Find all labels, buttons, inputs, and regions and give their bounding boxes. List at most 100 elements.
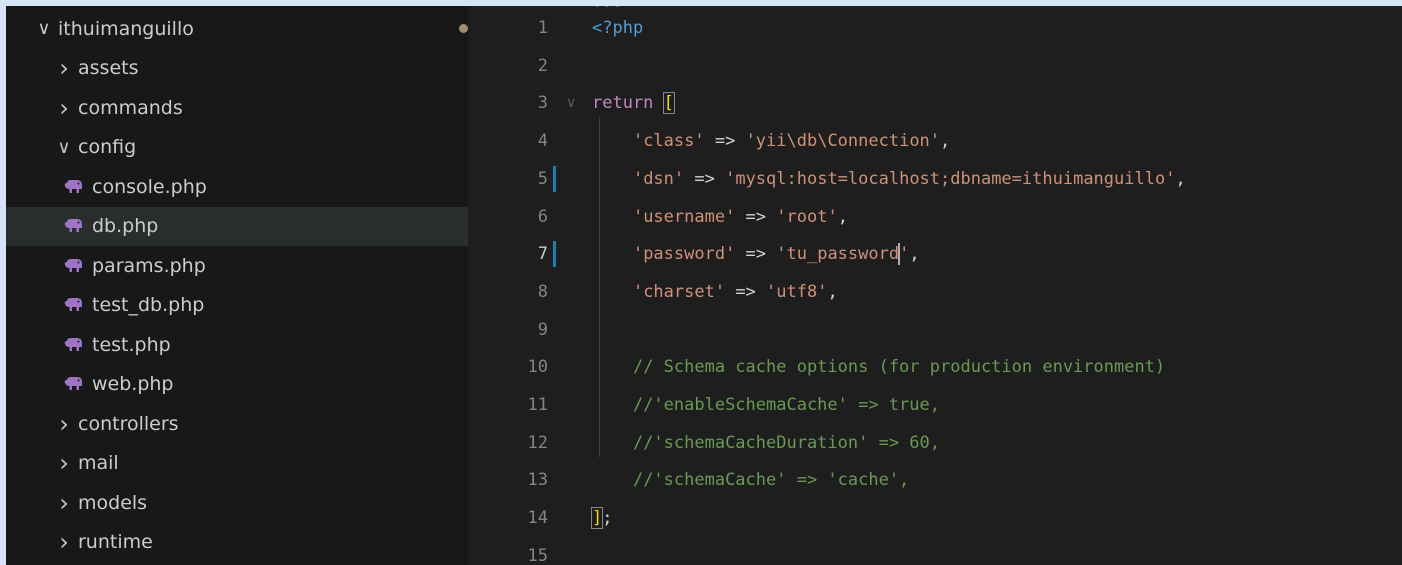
code-line[interactable]: 5 'dsn' => 'mysql:host=localhost;dbname=… bbox=[468, 161, 1402, 198]
line-number: 9 bbox=[537, 319, 548, 340]
explorer-item-label: mail bbox=[78, 452, 119, 474]
code-token: //'schemaCache' => 'cache', bbox=[632, 470, 910, 491]
explorer-item-label: models bbox=[78, 491, 148, 514]
code-text: 'username' => 'root', bbox=[592, 199, 848, 236]
chevron-down-icon[interactable]: ∨ bbox=[54, 137, 74, 158]
code-token: => bbox=[735, 206, 777, 227]
code-token: 'class' bbox=[632, 131, 705, 152]
line-number: 3 bbox=[537, 93, 548, 114]
code-token: => bbox=[735, 244, 777, 265]
code-line[interactable]: 10 // Schema cache options (for producti… bbox=[468, 349, 1402, 386]
code-token: 'password' bbox=[632, 244, 736, 265]
code-token: ] bbox=[590, 507, 604, 530]
modified-line-indicator[interactable] bbox=[553, 165, 556, 192]
code-text: // Schema cache options (for production … bbox=[592, 349, 1165, 386]
php-file-icon bbox=[64, 258, 86, 273]
code-token: ' bbox=[899, 244, 910, 265]
code-token: , bbox=[940, 131, 951, 152]
code-token: 'mysql:host=localhost;dbname=ithuimangui… bbox=[725, 168, 1176, 189]
explorer-file-console-php[interactable]: console.php bbox=[6, 167, 526, 206]
explorer-item-label: test.php bbox=[92, 333, 171, 356]
explorer-folder-ithuimanguillo[interactable]: ∨ ithuimanguillo bbox=[6, 9, 496, 48]
code-line[interactable]: 8 'charset' => 'utf8', bbox=[468, 274, 1402, 311]
chevron-right-icon[interactable]: › bbox=[54, 489, 74, 517]
explorer-item-label: assets bbox=[78, 57, 139, 79]
code-text: //'schemaCacheDuration' => 60, bbox=[592, 425, 940, 462]
explorer-file-db-php[interactable]: db.phpM bbox=[6, 206, 526, 246]
explorer-folder-mail[interactable]: › mail bbox=[6, 444, 516, 483]
explorer-folder-models[interactable]: › models bbox=[6, 483, 516, 522]
code-token: , bbox=[1175, 168, 1186, 189]
code-text: <?php bbox=[592, 10, 643, 47]
code-text: 'dsn' => 'mysql:host=localhost;dbname=it… bbox=[592, 161, 1186, 198]
explorer-folder-config[interactable]: ∨ config bbox=[6, 128, 516, 167]
line-number: 2 bbox=[537, 55, 548, 76]
chevron-right-icon[interactable]: › bbox=[54, 94, 74, 122]
modified-line-indicator[interactable] bbox=[553, 241, 556, 268]
code-line[interactable]: 4 'class' => 'yii\db\Connection', bbox=[468, 123, 1402, 160]
code-text: //'schemaCache' => 'cache', bbox=[592, 462, 909, 499]
code-token: => bbox=[704, 131, 746, 152]
code-line[interactable]: 14]; bbox=[468, 500, 1402, 537]
modified-dot-icon bbox=[459, 24, 468, 33]
line-number: 12 bbox=[527, 432, 548, 453]
code-token: 'tu_password bbox=[776, 244, 900, 265]
code-line[interactable]: 9 bbox=[468, 312, 1402, 349]
code-line[interactable]: 6 'username' => 'root', bbox=[468, 199, 1402, 236]
php-file-icon bbox=[64, 377, 86, 391]
code-line[interactable]: 7 'password' => 'tu_password', bbox=[468, 236, 1402, 273]
chevron-right-icon[interactable]: › bbox=[54, 410, 74, 438]
explorer-file-web-php[interactable]: web.php bbox=[6, 365, 526, 404]
code-line[interactable]: 11 //'enableSchemaCache' => true, bbox=[468, 387, 1402, 424]
line-number: 13 bbox=[527, 470, 548, 491]
code-token: // Schema cache options (for production … bbox=[632, 357, 1166, 378]
line-number: 10 bbox=[527, 357, 548, 378]
explorer-folder-commands[interactable]: › commands bbox=[6, 88, 516, 127]
code-editor[interactable]: ... 1<?php23∨return [4 'class' => 'yii\d… bbox=[468, 6, 1402, 565]
code-token: 'yii\db\Connection' bbox=[745, 131, 941, 152]
explorer-file-params-php[interactable]: params.php bbox=[6, 246, 526, 285]
code-token: , bbox=[837, 206, 848, 227]
code-line[interactable]: 13 //'schemaCache' => 'cache', bbox=[468, 462, 1402, 499]
code-token: , bbox=[909, 244, 920, 265]
code-token: , bbox=[827, 281, 838, 302]
php-file-icon bbox=[64, 298, 86, 312]
code-line[interactable]: 2 bbox=[468, 48, 1402, 85]
chevron-right-icon[interactable]: › bbox=[54, 449, 74, 477]
explorer-item-label: runtime bbox=[78, 531, 153, 553]
code-text: 'charset' => 'utf8', bbox=[592, 274, 838, 311]
explorer-item-label: commands bbox=[78, 96, 183, 119]
code-text: ]; bbox=[590, 500, 613, 537]
explorer-folder-controllers[interactable]: › controllers bbox=[6, 404, 516, 443]
code-line[interactable]: 1 <?php bbox=[468, 10, 1402, 47]
explorer-file-test-php[interactable]: test.php bbox=[6, 325, 526, 364]
chevron-right-icon[interactable]: › bbox=[54, 54, 74, 82]
code-line[interactable]: 15 bbox=[468, 538, 1402, 565]
code-line[interactable]: 12 //'schemaCacheDuration' => 60, bbox=[468, 425, 1402, 462]
code-text: 'class' => 'yii\db\Connection', bbox=[592, 123, 950, 160]
code-token: 'root' bbox=[776, 206, 838, 227]
php-file-icon bbox=[64, 337, 86, 352]
explorer-folder-runtime[interactable]: › runtime bbox=[6, 523, 516, 562]
code-line[interactable]: 3 ∨ return [ bbox=[468, 85, 1402, 122]
php-file-icon bbox=[64, 219, 86, 233]
explorer-folder-assets[interactable]: › assets bbox=[6, 49, 516, 88]
chevron-down-icon[interactable]: ∨ bbox=[34, 18, 54, 39]
code-token: 'dsn' bbox=[632, 168, 685, 189]
line-number: 5 bbox=[537, 168, 548, 189]
line-number: 15 bbox=[527, 545, 548, 565]
line-number: 4 bbox=[537, 131, 548, 152]
php-file-icon bbox=[64, 179, 86, 194]
line-number: 11 bbox=[527, 395, 548, 415]
explorer-file-test_db-php[interactable]: test_db.php bbox=[6, 286, 526, 325]
chevron-right-icon[interactable]: › bbox=[54, 528, 74, 556]
fold-chevron-icon[interactable]: ∨ bbox=[566, 85, 576, 122]
code-token: => bbox=[725, 281, 767, 302]
